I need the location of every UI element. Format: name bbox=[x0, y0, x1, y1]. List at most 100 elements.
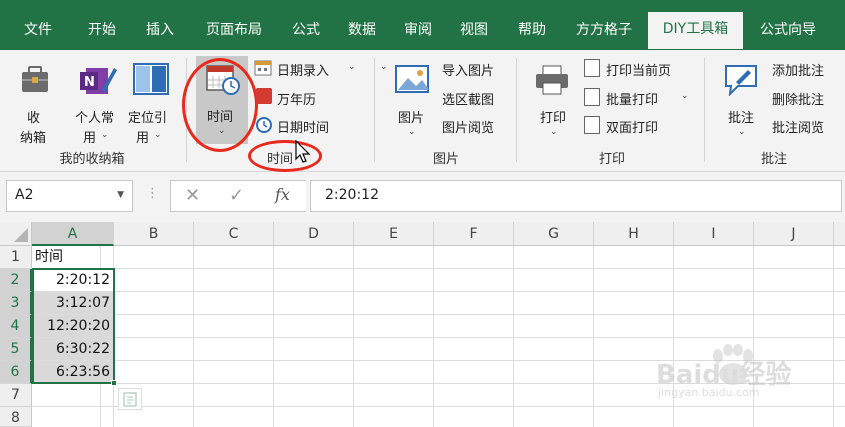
column-header-i[interactable]: I bbox=[674, 222, 754, 246]
group-separator bbox=[516, 58, 517, 162]
chevron-down-icon: ⌄ bbox=[738, 127, 746, 137]
group-label-collection: 我的收纳箱 bbox=[59, 152, 125, 167]
chevron-down-icon: ⌄ bbox=[154, 130, 162, 140]
group-separator bbox=[704, 58, 705, 162]
column-header-j[interactable]: J bbox=[754, 222, 834, 246]
picture-button[interactable]: 图片 ⌄ bbox=[390, 58, 434, 146]
watermark: Baidu经验 jingyan.baidu.com bbox=[656, 344, 841, 404]
picture-icon bbox=[395, 65, 429, 93]
ribbon-tab-bar: 文件 开始 插入 页面布局 公式 数据 审阅 视图 帮助 方方格子 DIY工具箱… bbox=[0, 0, 845, 50]
column-header-d[interactable]: D bbox=[274, 222, 354, 246]
tab-help[interactable]: 帮助 bbox=[506, 13, 558, 50]
cell-a2[interactable]: 2:20:12 bbox=[32, 269, 114, 292]
formula-buttons: ✕ ✓ fx bbox=[170, 180, 306, 212]
tab-formula-wizard[interactable]: 公式向导 bbox=[748, 13, 828, 50]
date-entry-icon bbox=[254, 59, 272, 77]
chevron-down-icon: ⌄ bbox=[348, 62, 356, 72]
column-header-k[interactable] bbox=[834, 222, 845, 246]
tab-page-layout[interactable]: 页面布局 bbox=[194, 13, 274, 50]
insert-function-icon[interactable]: fx bbox=[275, 185, 290, 204]
cell-a5[interactable]: 6:30:22 bbox=[32, 338, 114, 361]
tab-insert[interactable]: 插入 bbox=[134, 13, 186, 50]
cell-a3[interactable]: 3:12:07 bbox=[32, 292, 114, 315]
row-header-7[interactable]: 7 bbox=[0, 384, 32, 407]
tab-diy-toolbox[interactable]: DIY工具箱 bbox=[648, 12, 743, 49]
duplex-print-icon bbox=[584, 116, 600, 134]
group-label-picture: 图片 bbox=[432, 152, 459, 167]
cell-a6[interactable]: 6:23:56 bbox=[32, 361, 114, 384]
chevron-down-icon[interactable]: ▼ bbox=[117, 190, 124, 200]
row-header-8[interactable]: 8 bbox=[0, 407, 32, 427]
cell-a4[interactable]: 12:20:20 bbox=[32, 315, 114, 338]
clock-icon bbox=[255, 116, 273, 134]
row-header-2[interactable]: 2 bbox=[0, 269, 32, 292]
column-header-c[interactable]: C bbox=[194, 222, 274, 246]
region-screenshot-button[interactable]: 选区截图 bbox=[442, 89, 494, 108]
print-current-page-button[interactable]: 打印当前页 bbox=[606, 60, 671, 79]
fill-handle[interactable] bbox=[111, 380, 117, 386]
row-header-4[interactable]: 4 bbox=[0, 315, 32, 338]
add-comment-button[interactable]: 添加批注 bbox=[772, 60, 824, 79]
personal-favorites-button[interactable]: N 个人常 用 ⌄ bbox=[70, 58, 126, 146]
date-time-button[interactable]: 日期时间 bbox=[277, 117, 329, 136]
perpetual-calendar-icon bbox=[256, 88, 272, 104]
date-entry-button[interactable]: 日期录入 bbox=[277, 60, 329, 79]
group-label-comment: 批注 bbox=[760, 152, 787, 167]
batch-print-icon bbox=[584, 88, 600, 106]
column-header-e[interactable]: E bbox=[354, 222, 434, 246]
column-header-g[interactable]: G bbox=[514, 222, 594, 246]
name-box-value: A2 bbox=[15, 187, 34, 203]
printer-icon bbox=[536, 65, 568, 95]
quick-analysis-icon bbox=[123, 392, 137, 407]
tab-home[interactable]: 开始 bbox=[76, 13, 128, 50]
column-header-a[interactable]: A bbox=[32, 222, 114, 246]
cancel-icon[interactable]: ✕ bbox=[185, 185, 200, 206]
batch-print-button[interactable]: 批量打印 bbox=[606, 89, 658, 108]
toolbox-icon bbox=[22, 66, 48, 92]
tab-review[interactable]: 审阅 bbox=[392, 13, 444, 50]
drag-handle-icon[interactable]: ⋮ bbox=[146, 186, 159, 201]
tab-formulas[interactable]: 公式 bbox=[280, 13, 332, 50]
column-header-b[interactable]: B bbox=[114, 222, 194, 246]
row-header-6[interactable]: 6 bbox=[0, 361, 32, 384]
onenote-icon: N bbox=[80, 68, 117, 94]
row-header-5[interactable]: 5 bbox=[0, 338, 32, 361]
tab-view[interactable]: 视图 bbox=[448, 13, 500, 50]
formula-input-value: 2:20:12 bbox=[325, 187, 379, 203]
tab-file[interactable]: 文件 bbox=[10, 13, 66, 50]
group-label-print: 打印 bbox=[598, 152, 625, 167]
picture-browse-button[interactable]: 图片阅览 bbox=[442, 117, 494, 136]
cell-a1[interactable]: 时间 bbox=[32, 246, 114, 269]
column-header-f[interactable]: F bbox=[434, 222, 514, 246]
select-all-corner[interactable] bbox=[0, 222, 32, 246]
panel-icon bbox=[133, 63, 169, 95]
import-picture-button[interactable]: 导入图片 bbox=[442, 60, 494, 79]
perpetual-calendar-button[interactable]: 万年历 bbox=[277, 89, 316, 108]
row-header-3[interactable]: 3 bbox=[0, 292, 32, 315]
spreadsheet-grid: A B C D E F G H I J 1 2 3 4 5 6 7 8 时间 2… bbox=[0, 222, 845, 427]
mouse-cursor-icon bbox=[295, 140, 311, 163]
print-page-icon bbox=[584, 59, 600, 77]
enter-check-icon[interactable]: ✓ bbox=[229, 185, 244, 206]
ribbon: 收 纳箱 N 个人常 用 ⌄ 定位引 用 ⌄ 我的收纳箱 时间 ⌄ 日期录入 ⌄… bbox=[0, 50, 845, 172]
quick-analysis-button[interactable] bbox=[118, 388, 142, 410]
annotation-circle-time-button bbox=[182, 58, 258, 152]
comment-button[interactable]: 批注 ⌄ bbox=[718, 58, 764, 146]
formula-input[interactable]: 2:20:12 bbox=[310, 180, 842, 212]
chevron-down-icon: ⌄ bbox=[550, 127, 558, 137]
tab-fangfang[interactable]: 方方格子 bbox=[564, 13, 644, 50]
row-header-1[interactable]: 1 bbox=[0, 246, 32, 269]
column-header-h[interactable]: H bbox=[594, 222, 674, 246]
duplex-print-button[interactable]: 双面打印 bbox=[606, 117, 658, 136]
watermark-url: jingyan.baidu.com bbox=[658, 386, 760, 399]
print-button[interactable]: 打印 ⌄ bbox=[530, 58, 574, 146]
collection-box-button[interactable]: 收 纳箱 bbox=[10, 58, 60, 146]
group-separator bbox=[374, 58, 375, 162]
locate-reference-button[interactable]: 定位引 用 ⌄ bbox=[128, 58, 178, 146]
chevron-down-icon: ⌄ bbox=[380, 62, 388, 72]
formula-bar-area: A2 ▼ ⋮ ✕ ✓ fx 2:20:12 bbox=[0, 172, 845, 222]
name-box[interactable]: A2 ▼ bbox=[6, 180, 133, 212]
browse-comments-button[interactable]: 批注阅览 bbox=[772, 117, 824, 136]
tab-data[interactable]: 数据 bbox=[336, 13, 388, 50]
delete-comment-button[interactable]: 删除批注 bbox=[772, 89, 824, 108]
